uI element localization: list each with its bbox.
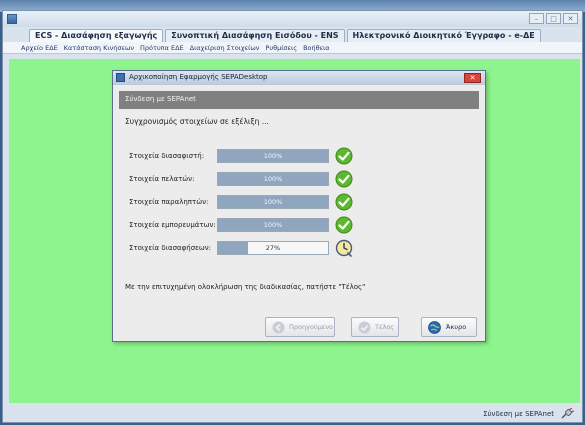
progress-bar: 100% — [217, 149, 329, 163]
progress-text: 100% — [263, 198, 283, 206]
finish-button-label: Τέλος — [375, 323, 395, 331]
menu-item-settings[interactable]: Ρυθμίσεις — [265, 44, 297, 52]
progress-bar: 100% — [217, 195, 329, 209]
clock-icon — [335, 239, 353, 257]
finish-button[interactable]: Τέλος — [351, 317, 399, 337]
connection-plug-icon[interactable] — [560, 408, 574, 420]
sync-row-consignees: Στοιχεία παραληπτών: 100% — [113, 193, 485, 213]
check-icon — [335, 216, 353, 234]
cancel-button-label: Άκυρο — [446, 323, 467, 331]
menu-bar: Αρχείο ΕΔΕ Κατάσταση Κινήσεων Πρότυπα ΕΔ… — [3, 42, 582, 54]
sync-row-goods: Στοιχεία εμπορευμάτων: 100% — [113, 216, 485, 236]
menu-item-data-management[interactable]: Διαχείριση Στοιχείων — [190, 44, 260, 52]
module-tabs: ECS - Διασάφηση εξαγωγής Συνοπτική Διασά… — [29, 29, 543, 42]
finish-instruction: Με την επιτυχημένη ολοκλήρωση της διαδικ… — [125, 283, 366, 291]
sync-row-label: Στοιχεία διασαφιστή: — [129, 152, 205, 160]
previous-icon — [272, 321, 285, 334]
progress-bar: 100% — [217, 172, 329, 186]
check-icon — [335, 170, 353, 188]
connection-status-label[interactable]: Σύνδεση με SEPAnet — [483, 410, 554, 418]
sync-row-label: Στοιχεία παραληπτών: — [129, 198, 209, 206]
progress-text: 27% — [265, 244, 281, 252]
finish-icon — [358, 321, 371, 334]
menu-item-templates[interactable]: Πρότυπα ΕΔΕ — [140, 44, 184, 52]
tab-e-de[interactable]: Ηλεκτρονικό Διοικητικό Έγγραφο - e-ΔΕ — [346, 29, 541, 42]
sync-row-declarations: Στοιχεία διασαφήσεων: 27% — [113, 239, 485, 259]
app-title-bar: – □ ✕ — [3, 11, 582, 27]
tab-ecs-export[interactable]: ECS - Διασάφηση εξαγωγής — [29, 29, 164, 42]
check-icon — [335, 193, 353, 211]
previous-button-label: Προηγούμενο — [289, 323, 333, 331]
maximize-button[interactable]: □ — [546, 13, 561, 24]
dialog-app-icon — [116, 73, 125, 82]
app-icon — [7, 14, 17, 24]
menu-item-movements-status[interactable]: Κατάσταση Κινήσεων — [64, 44, 134, 52]
progress-bar: 100% — [217, 218, 329, 232]
cancel-button[interactable]: Άκυρο — [421, 317, 477, 337]
sync-row-label: Στοιχεία πελατών: — [129, 175, 195, 183]
globe-icon — [428, 321, 441, 334]
init-dialog: Αρχικοποίηση Εφαρμογής SEPADesktop ✕ Σύν… — [112, 70, 486, 342]
check-icon — [335, 147, 353, 165]
progress-text: 100% — [263, 221, 283, 229]
progress-text: 100% — [263, 175, 283, 183]
progress-bar: 27% — [217, 241, 329, 255]
close-button[interactable]: ✕ — [563, 13, 578, 24]
sync-status-text: Συγχρονισμός στοιχείων σε εξέλιξη ... — [125, 117, 269, 126]
minimize-button[interactable]: – — [529, 13, 544, 24]
sync-row-label: Στοιχεία εμπορευμάτων: — [129, 221, 216, 229]
menu-item-help[interactable]: Βοήθεια — [303, 44, 330, 52]
tab-ens-entry[interactable]: Συνοπτική Διασάφηση Εισόδου - ENS — [165, 29, 345, 42]
status-bar: Σύνδεση με SEPAnet — [3, 407, 582, 422]
sync-row-declarant: Στοιχεία διασαφιστή: 100% — [113, 147, 485, 167]
dialog-title: Αρχικοποίηση Εφαρμογής SEPADesktop — [129, 73, 268, 81]
dialog-title-bar: Αρχικοποίηση Εφαρμογής SEPADesktop ✕ — [113, 71, 485, 85]
sync-row-customers: Στοιχεία πελατών: 100% — [113, 170, 485, 190]
window-controls: – □ ✕ — [529, 13, 578, 24]
dialog-close-button[interactable]: ✕ — [464, 73, 481, 83]
dialog-step-title: Σύνδεση με SEPAnet — [125, 95, 196, 103]
previous-button[interactable]: Προηγούμενο — [265, 317, 335, 337]
progress-text: 100% — [263, 152, 283, 160]
sync-row-label: Στοιχεία διασαφήσεων: — [129, 244, 212, 252]
dialog-step-header: Σύνδεση με SEPAnet — [119, 91, 479, 109]
menu-item-file[interactable]: Αρχείο ΕΔΕ — [21, 44, 58, 52]
